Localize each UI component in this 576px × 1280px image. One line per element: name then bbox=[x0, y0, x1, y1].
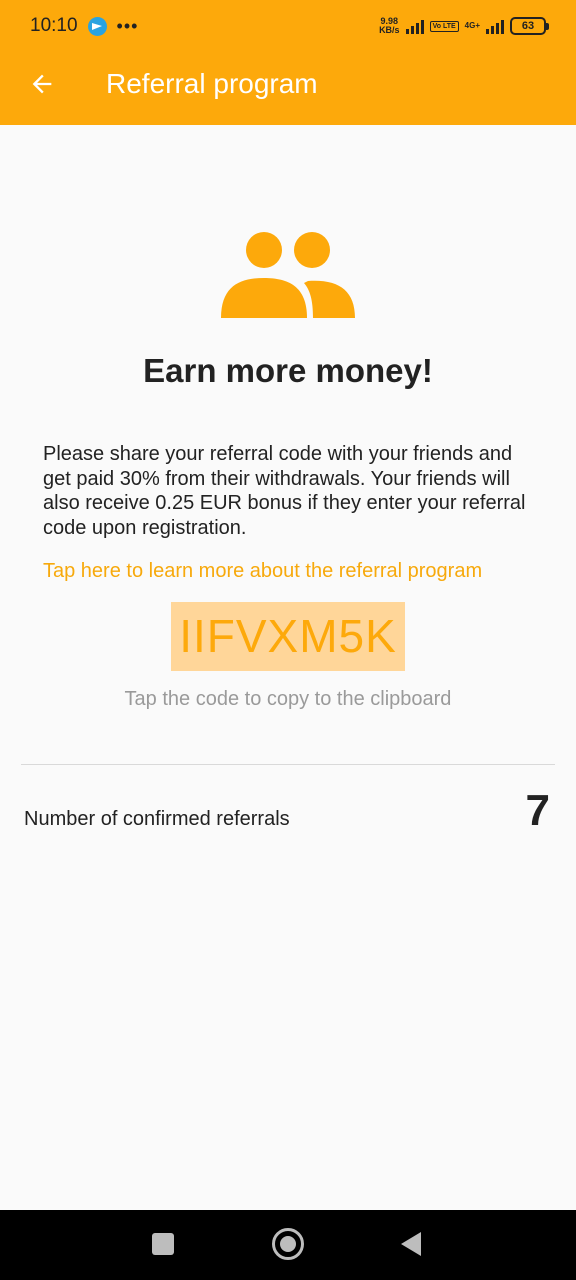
status-bar: 10:10 ••• 9.98 KB/s Vo LTE 4G+ 63 bbox=[0, 0, 576, 52]
back-button[interactable] bbox=[401, 1232, 421, 1256]
confirmed-referrals-label: Number of confirmed referrals bbox=[24, 808, 290, 830]
more-notifications-icon: ••• bbox=[116, 15, 139, 36]
page-title: Referral program bbox=[106, 68, 318, 99]
app-bar: Referral program bbox=[0, 52, 576, 125]
confirmed-referrals-count: 7 bbox=[525, 786, 550, 835]
signal-icon bbox=[405, 18, 424, 34]
network-speed: 9.98 KB/s bbox=[379, 16, 400, 35]
status-indicators: 9.98 KB/s Vo LTE 4G+ 63 bbox=[379, 16, 549, 35]
battery-level: 63 bbox=[521, 20, 535, 32]
divider bbox=[21, 764, 555, 765]
battery-icon: 63 bbox=[510, 17, 549, 35]
referral-description: Please share your referral code with you… bbox=[43, 443, 526, 539]
volte-badge: Vo LTE bbox=[429, 20, 459, 32]
home-button[interactable] bbox=[272, 1228, 304, 1260]
referral-code[interactable]: IIFVXM5K bbox=[171, 602, 405, 671]
status-time: 10:10 bbox=[30, 15, 78, 36]
copy-hint: Tap the code to copy to the clipboard bbox=[124, 688, 452, 710]
signal-icon-2 bbox=[486, 18, 504, 34]
earn-heading: Earn more money! bbox=[143, 352, 433, 389]
arrow-left-icon[interactable] bbox=[28, 70, 56, 98]
telegram-icon bbox=[87, 16, 107, 36]
people-icon bbox=[221, 232, 355, 318]
recent-apps-button[interactable] bbox=[152, 1233, 174, 1255]
learn-more-link[interactable]: Tap here to learn more about the referra… bbox=[43, 560, 482, 583]
top-bar: 10:10 ••• 9.98 KB/s Vo LTE 4G+ 63 Referr… bbox=[0, 0, 576, 125]
network-type: 4G+ bbox=[464, 21, 480, 30]
